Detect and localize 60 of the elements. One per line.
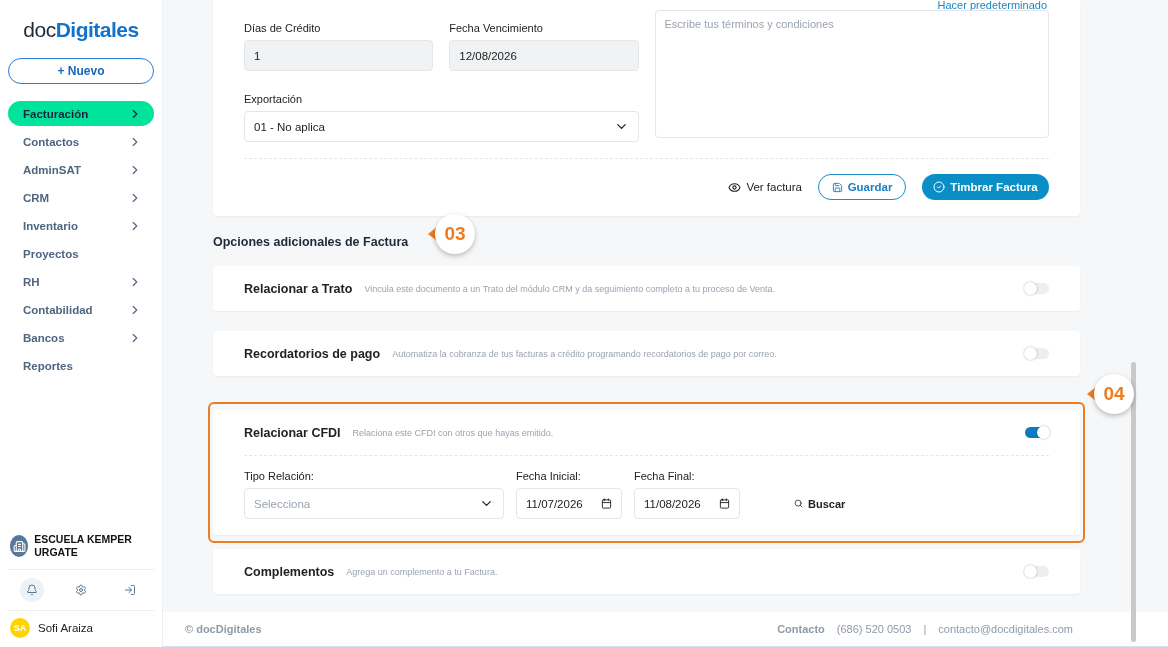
- contact-label: Contacto: [777, 623, 825, 635]
- date-field[interactable]: 11/08/2026: [634, 488, 740, 519]
- field-label: Fecha Vencimiento: [449, 22, 544, 34]
- email-link[interactable]: contacto@docdigitales.com: [938, 623, 1073, 635]
- calendar-icon: [719, 498, 730, 509]
- nav-item[interactable]: Contactos: [8, 129, 154, 154]
- eye-icon: [728, 180, 742, 194]
- nav-item[interactable]: Facturación: [8, 101, 154, 126]
- input-field[interactable]: 12/08/2026: [449, 40, 639, 71]
- field-label: Fecha Inicial:: [516, 470, 582, 482]
- option-title: Relacionar CFDI: [244, 425, 341, 440]
- save-icon: [831, 181, 843, 193]
- phone-number: (686) 520 0503: [836, 623, 912, 635]
- avatar: SA: [10, 618, 30, 638]
- save-button[interactable]: Guardar: [818, 174, 906, 200]
- scrollbar[interactable]: [1131, 362, 1136, 642]
- nav-item[interactable]: Contabilidad: [8, 297, 154, 322]
- option-description: Relaciona este CFDI con otros que hayas emitido.: [352, 427, 555, 438]
- option-description: Agrega un complemento a tu Factura.: [346, 566, 499, 577]
- toggle-switch[interactable]: [1025, 566, 1049, 577]
- nav-item[interactable]: Bancos: [8, 325, 154, 350]
- input-field[interactable]: 1: [244, 40, 434, 71]
- option-title: Complementos: [244, 564, 335, 579]
- nav-item[interactable]: RH: [8, 269, 154, 294]
- toggle-switch[interactable]: [1025, 348, 1049, 359]
- nav-item[interactable]: Reportes: [8, 353, 154, 378]
- check-circle-icon: [933, 181, 946, 193]
- select-field[interactable]: 01 - No aplica: [244, 111, 639, 142]
- callout-badge: 04: [1094, 374, 1134, 414]
- toggle-switch[interactable]: [1025, 283, 1049, 294]
- nav-item[interactable]: AdminSAT: [8, 157, 154, 182]
- search-icon: [794, 499, 803, 508]
- building-icon: [10, 535, 29, 557]
- nav-item[interactable]: CRM: [8, 185, 154, 210]
- field-label: Fecha Final:: [634, 470, 696, 482]
- bell-icon[interactable]: [20, 578, 45, 602]
- toggle-switch[interactable]: [1025, 427, 1049, 438]
- copyright: © docDigitales: [185, 623, 262, 635]
- field-label: Exportación: [244, 93, 304, 105]
- option-title: Recordatorios de pago: [244, 346, 381, 361]
- search-button[interactable]: Buscar: [788, 488, 852, 519]
- option-description: Automatiza la cobranza de tus facturas a crédito programando recordatorios de pago por correo.: [392, 348, 778, 359]
- nav-item[interactable]: Proyectos: [8, 241, 154, 266]
- date-field[interactable]: 11/07/2026: [516, 488, 622, 519]
- default-link[interactable]: Hacer predeterminado: [937, 0, 1047, 10]
- new-button[interactable]: + Nuevo: [8, 58, 154, 84]
- callout-badge: 03: [435, 214, 475, 254]
- nav-item[interactable]: Inventario: [8, 213, 154, 238]
- user-name: Sofi Araiza: [38, 622, 93, 634]
- field-label: Tipo Relación:: [244, 470, 315, 482]
- option-description: Vincula este documento a un Trato del módulo CRM y da seguimiento completo a tu proceso de Venta.: [364, 283, 776, 294]
- calendar-icon: [601, 498, 612, 509]
- company-name: ESCUELA KEMPER URGATE: [34, 533, 133, 559]
- stamp-invoice-button[interactable]: Timbrar Factura: [922, 174, 1049, 200]
- logo: docDigitales: [22, 18, 140, 42]
- field-label: Días de Crédito: [244, 22, 322, 34]
- separator-text: |: [923, 623, 927, 635]
- section-title: Opciones adicionales de Factura: [213, 235, 410, 249]
- option-title: Relacionar a Trato: [244, 281, 353, 296]
- view-invoice-button[interactable]: Ver factura: [728, 180, 802, 194]
